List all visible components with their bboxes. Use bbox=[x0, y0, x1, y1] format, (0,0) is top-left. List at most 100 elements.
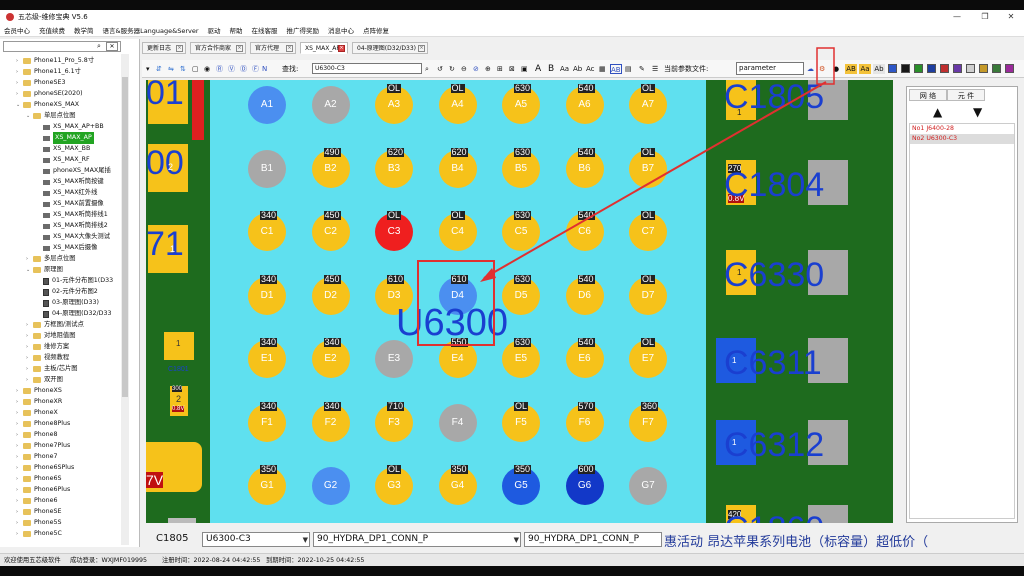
tab-component[interactable]: 元 件 bbox=[947, 89, 985, 101]
zoom-fit-icon[interactable]: ⊞ bbox=[497, 64, 503, 74]
color-swatch[interactable] bbox=[966, 64, 975, 73]
mirror-h-icon[interactable]: ⇋ bbox=[168, 64, 174, 74]
search-icon[interactable]: ⌕ bbox=[94, 42, 104, 51]
fit-page-icon[interactable]: ⊠ bbox=[509, 64, 515, 74]
bga-ball[interactable]: D1 340 bbox=[248, 274, 286, 315]
bga-ball[interactable]: F5 OL bbox=[502, 401, 540, 442]
net-list-item[interactable]: No1 J6400-28 bbox=[910, 124, 1014, 134]
menu-referral[interactable]: 推广得奖励 bbox=[287, 25, 320, 35]
ball-f-icon[interactable]: Ⓕ bbox=[252, 64, 259, 74]
frame-icon[interactable]: ▢ bbox=[192, 64, 199, 74]
measure-icon[interactable]: ⊘ bbox=[473, 64, 479, 74]
bga-ball[interactable]: F3 710 bbox=[375, 401, 413, 442]
menu-messages[interactable]: 消息中心 bbox=[328, 25, 354, 35]
cloud-icon[interactable]: ☁ bbox=[807, 64, 814, 74]
redo-icon[interactable]: ↻ bbox=[449, 64, 455, 74]
ribbon-ab2[interactable]: Ab bbox=[873, 64, 885, 74]
chevron-down-icon[interactable]: ⌄ bbox=[26, 264, 33, 276]
rotate-icon[interactable]: ⇵ bbox=[156, 64, 162, 74]
zoom-out-icon[interactable]: ⊖ bbox=[461, 64, 467, 74]
bga-ball[interactable]: B5 630 bbox=[502, 147, 540, 188]
bga-ball[interactable]: F6 570 bbox=[565, 401, 604, 442]
doc-tab[interactable]: 官方代理 × bbox=[250, 42, 296, 54]
bga-ball[interactable]: B4 620 bbox=[438, 147, 477, 188]
text-ab-toggle[interactable]: AB bbox=[610, 64, 622, 74]
bga-ball[interactable]: C6 540 bbox=[565, 211, 604, 251]
chevron-down-icon[interactable]: ⌄ bbox=[26, 110, 33, 122]
bga-ball[interactable]: F7 360 bbox=[629, 401, 667, 442]
color-swatch[interactable] bbox=[927, 64, 936, 73]
undo-icon[interactable]: ↺ bbox=[437, 64, 443, 74]
dot-icon[interactable]: ● bbox=[833, 64, 839, 74]
net-n-icon[interactable]: N bbox=[262, 64, 267, 74]
ribbon-ab[interactable]: AB bbox=[845, 64, 857, 74]
bga-ball[interactable]: F1 340 bbox=[248, 401, 286, 442]
bga-ball[interactable]: E3 bbox=[375, 340, 413, 378]
bga-ball[interactable]: C5 630 bbox=[502, 211, 540, 251]
bga-ball[interactable]: F2 340 bbox=[311, 401, 350, 442]
bga-ball[interactable]: C1 340 bbox=[248, 211, 286, 251]
settings-gear-icon[interactable]: ⚙ bbox=[819, 64, 825, 74]
close-button[interactable]: ✕ bbox=[998, 10, 1024, 24]
move-down-icon[interactable]: ▼ bbox=[973, 105, 982, 119]
bga-ball[interactable]: D6 540 bbox=[565, 274, 604, 315]
bga-ball[interactable]: A3 OL bbox=[375, 84, 413, 124]
bga-ball[interactable]: D7 OL bbox=[629, 274, 667, 315]
color-swatch[interactable] bbox=[940, 64, 949, 73]
bold-button[interactable]: B bbox=[548, 64, 554, 74]
bga-ball[interactable]: A2 bbox=[311, 86, 350, 124]
move-up-icon[interactable]: ▲ bbox=[933, 105, 942, 119]
ball-d-icon[interactable]: Ⓓ bbox=[240, 64, 247, 74]
text-ab-button[interactable]: Ab bbox=[573, 64, 582, 74]
bga-ball[interactable]: G3 OL bbox=[375, 465, 413, 505]
component-combo[interactable]: U6300-C3 ▼ bbox=[202, 532, 310, 547]
menu-member-center[interactable]: 会员中心 bbox=[4, 25, 30, 35]
close-tab-icon[interactable]: × bbox=[286, 45, 293, 52]
bga-ball[interactable]: G7 bbox=[629, 467, 667, 505]
font-a-button[interactable]: A bbox=[535, 64, 541, 74]
tree-item[interactable]: › Phone5C bbox=[16, 528, 62, 540]
color-swatch[interactable] bbox=[901, 64, 910, 73]
bga-ball[interactable]: G6 600 bbox=[565, 465, 604, 505]
color-swatch[interactable] bbox=[888, 64, 897, 73]
menu-help[interactable]: 帮助 bbox=[230, 25, 243, 35]
zoom-in-icon[interactable]: ⊕ bbox=[485, 64, 491, 74]
color-swatch[interactable] bbox=[914, 64, 923, 73]
bga-ball[interactable]: B7 OL bbox=[629, 147, 667, 188]
bga-ball[interactable]: G5 350 bbox=[502, 465, 540, 505]
bga-ball[interactable]: A1 bbox=[248, 86, 286, 124]
text-ac-button[interactable]: Ac bbox=[586, 64, 595, 74]
text-aa-button[interactable]: Aa bbox=[560, 64, 569, 74]
net-list-item[interactable]: No2 U6300-C3 bbox=[910, 134, 1014, 144]
minimize-button[interactable]: — bbox=[944, 10, 970, 24]
net-combo[interactable]: 90_HYDRA_DP1_CONN_P ▼ bbox=[313, 532, 521, 547]
bga-ball[interactable]: B2 490 bbox=[311, 147, 350, 188]
zoom-search-icon[interactable]: ⌕ bbox=[425, 64, 429, 74]
param-file-select[interactable]: parameter bbox=[736, 62, 804, 75]
bga-ball[interactable]: C7 OL bbox=[629, 211, 667, 251]
bga-ball[interactable]: B6 540 bbox=[565, 147, 604, 188]
menu-dot-repair[interactable]: 点阵修复 bbox=[363, 25, 389, 35]
ball-r-icon[interactable]: Ⓡ bbox=[216, 64, 223, 74]
bga-ball[interactable]: E6 540 bbox=[565, 338, 604, 378]
menu-tutorial[interactable]: 教学简 bbox=[74, 25, 94, 35]
bga-ball[interactable]: C3 OL bbox=[375, 211, 413, 251]
bga-ball[interactable]: E5 630 bbox=[502, 338, 540, 378]
bga-ball[interactable]: B1 bbox=[248, 149, 286, 188]
bga-ball[interactable]: A7 OL bbox=[629, 84, 667, 124]
bga-ball[interactable]: G4 350 bbox=[438, 465, 477, 505]
net-text-field[interactable]: 90_HYDRA_DP1_CONN_P bbox=[524, 532, 662, 547]
find-input[interactable]: U6300-C3 bbox=[312, 63, 422, 74]
promo-marquee[interactable]: 惠活动 昂达苹果系列电池（标容量）超低价（ bbox=[664, 531, 928, 550]
bga-ball[interactable]: G1 350 bbox=[248, 465, 286, 505]
bga-ball[interactable]: F4 bbox=[438, 403, 477, 442]
chevron-right-icon[interactable]: › bbox=[16, 528, 23, 540]
bga-ball[interactable]: E2 340 bbox=[311, 338, 350, 378]
close-tab-icon[interactable]: × bbox=[176, 45, 183, 52]
fit-width-icon[interactable]: ▣ bbox=[521, 64, 528, 74]
pin-icon[interactable]: ▾ bbox=[146, 64, 150, 74]
maximize-button[interactable]: ❐ bbox=[972, 10, 998, 24]
bga-ball[interactable]: B3 620 bbox=[375, 147, 413, 188]
bga-ball[interactable]: A5 630 bbox=[502, 84, 540, 124]
bga-ball[interactable]: E1 340 bbox=[248, 338, 286, 378]
